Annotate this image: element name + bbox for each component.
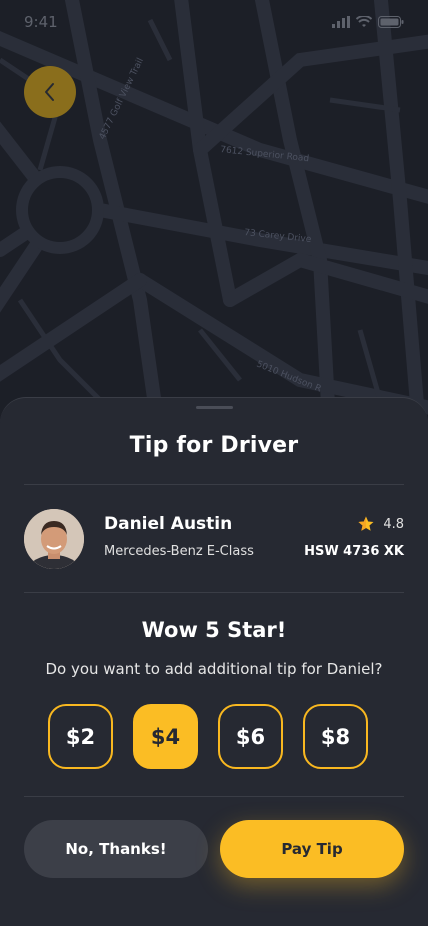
tip-option-2[interactable]: $2 xyxy=(48,704,113,769)
tip-question: Do you want to add additional tip for Da… xyxy=(45,660,383,678)
status-icons xyxy=(332,16,404,28)
divider xyxy=(24,796,404,797)
tip-option-4[interactable]: $4 xyxy=(133,704,198,769)
battery-icon xyxy=(378,16,404,28)
driver-name: Daniel Austin xyxy=(104,514,233,534)
driver-photo xyxy=(24,509,84,569)
star-icon xyxy=(358,516,374,531)
tip-option-6[interactable]: $6 xyxy=(218,704,283,769)
rating-title: Wow 5 Star! xyxy=(141,618,287,642)
pay-tip-button[interactable]: Pay Tip xyxy=(220,820,404,878)
tip-sheet: Tip for Driver Daniel Austin Mercedes-Be… xyxy=(0,397,428,926)
status-time: 9:41 xyxy=(24,13,58,31)
drag-handle[interactable] xyxy=(196,406,233,409)
car-model: Mercedes-Benz E-Class xyxy=(104,544,254,559)
driver-avatar xyxy=(24,509,84,569)
divider xyxy=(24,484,404,485)
no-thanks-button[interactable]: No, Thanks! xyxy=(24,820,208,878)
license-plate: HSW 4736 XK xyxy=(304,544,404,559)
rating-value: 4.8 xyxy=(383,516,404,532)
divider xyxy=(24,592,404,593)
driver-rating: 4.8 xyxy=(357,515,404,533)
back-button[interactable] xyxy=(24,66,76,118)
status-bar: 9:41 xyxy=(0,0,428,44)
map[interactable]: 4577 Golf View Trail 7612 Superior Road … xyxy=(0,0,428,440)
signal-icon xyxy=(332,16,350,28)
tip-options: $2 $4 $6 $8 xyxy=(48,704,368,769)
wifi-icon xyxy=(356,16,372,27)
sheet-title: Tip for Driver xyxy=(129,433,299,458)
back-arrow-icon xyxy=(45,83,54,101)
tip-option-8[interactable]: $8 xyxy=(303,704,368,769)
